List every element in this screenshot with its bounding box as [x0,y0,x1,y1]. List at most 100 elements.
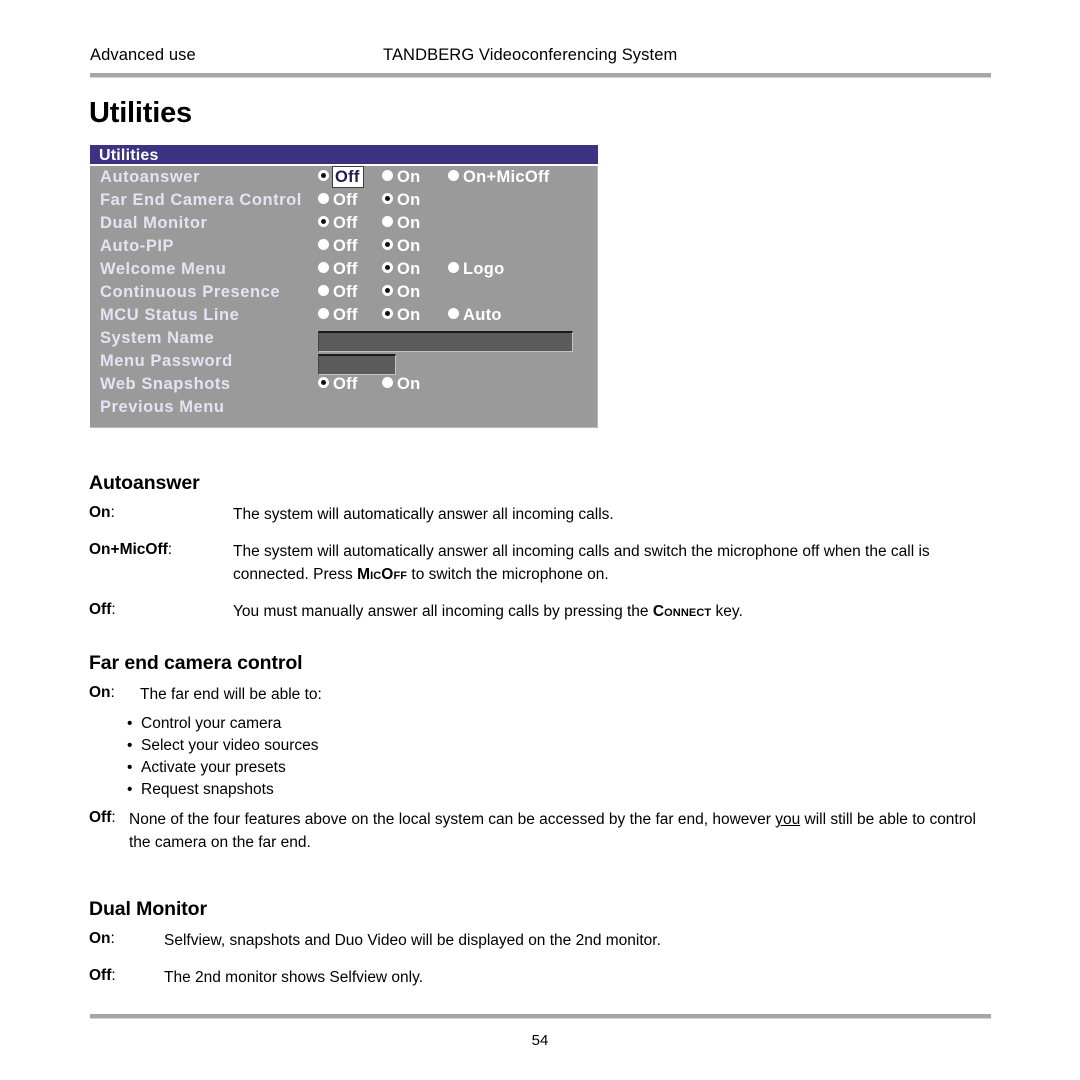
osd-row-welcome-menu[interactable]: Welcome Menu Off On Logo [90,260,598,283]
osd-row-label: MCU Status Line [100,306,240,324]
osd-option-label: Off [333,191,358,209]
page-number: 54 [531,1032,549,1049]
osd-radio-option-off[interactable]: Off [318,237,358,260]
list-item-label: Request snapshots [141,781,274,798]
autoanswer-onmicoff-text-2: to switch the microphone on. [407,565,609,583]
list-item-label: Activate your presets [141,759,286,776]
osd-radio-option-off[interactable]: Off [318,166,364,191]
osd-radio-option-on-micoff[interactable]: On+MicOff [448,168,550,191]
osd-row-system-name[interactable]: System Name [90,329,598,352]
osd-option-label: On [397,214,421,232]
radio-button-icon[interactable] [318,216,329,227]
radio-button-icon[interactable] [382,377,393,388]
far-end-off-text-1: None of the four features above on the l… [129,811,776,828]
connect-key-label: Connect [652,603,712,620]
osd-radio-option-on[interactable]: On [382,260,421,283]
radio-button-icon[interactable] [448,170,459,181]
osd-radio-option-on[interactable]: On [382,375,421,398]
osd-row-mcu-status-line[interactable]: MCU Status Line Off On Auto [90,306,598,329]
radio-button-icon[interactable] [448,262,459,273]
osd-row-label: Web Snapshots [100,375,231,393]
radio-button-icon[interactable] [318,170,329,181]
osd-option-label: On [397,191,421,209]
osd-radio-option-on[interactable]: On [382,283,421,306]
osd-row-previous-menu[interactable]: Previous Menu [90,398,598,421]
dual-monitor-off-description: The 2nd monitor shows Selfview only. [164,969,424,986]
list-item-label: Control your camera [141,715,282,732]
far-end-on-term: On: [89,684,115,701]
far-end-off-description: None of the four features above on the l… [129,809,991,854]
osd-option-label: Off [333,214,358,232]
autoanswer-off-text-1: You must manually answer all incoming ca… [233,603,653,620]
radio-button-icon[interactable] [382,308,393,319]
radio-button-icon[interactable] [382,216,393,227]
bullet-icon: • [127,781,133,798]
osd-radio-option-on[interactable]: On [382,168,421,191]
radio-button-icon[interactable] [382,170,393,181]
autoanswer-onmicoff-term: On+MicOff: [89,541,173,558]
radio-button-icon[interactable] [318,308,329,319]
osd-radio-option-off[interactable]: Off [318,191,358,214]
osd-radio-option-off[interactable]: Off [318,375,358,398]
osd-text-field[interactable] [318,331,573,352]
osd-radio-option-on[interactable]: On [382,237,421,260]
radio-button-icon[interactable] [382,239,393,250]
radio-button-icon[interactable] [318,239,329,250]
osd-radio-option-logo[interactable]: Logo [448,260,505,283]
section-title-dual-monitor: Dual Monitor [89,898,207,920]
osd-title-text: Utilities [99,147,159,164]
osd-radio-option-auto[interactable]: Auto [448,306,502,329]
osd-row-far-end-camera-control[interactable]: Far End Camera Control Off On [90,191,598,214]
osd-option-label: On [397,283,421,301]
osd-option-label: On [397,306,421,324]
osd-radio-option-off[interactable]: Off [318,214,358,237]
osd-radio-option-on[interactable]: On [382,306,421,329]
osd-row-label: Autoanswer [100,168,200,186]
osd-option-label: Off [333,306,358,324]
radio-button-icon[interactable] [318,285,329,296]
osd-menu-screenshot: Utilities Autoanswer Off On On+MicOff Far En… [90,145,598,428]
osd-row-autoanswer[interactable]: Autoanswer Off On On+MicOff [90,166,598,191]
radio-button-icon[interactable] [448,308,459,319]
osd-menu-body: Autoanswer Off On On+MicOff Far End Camera C… [90,166,598,428]
osd-text-field[interactable] [318,354,396,375]
dual-monitor-on-description: Selfview, snapshots and Duo Video will b… [164,932,661,949]
section-title-far-end-camera-control: Far end camera control [89,652,303,674]
osd-radio-option-off[interactable]: Off [318,260,358,283]
osd-row-continuous-presence[interactable]: Continuous Presence Off On [90,283,598,306]
osd-row-label: Auto-PIP [100,237,175,255]
osd-radio-option-off[interactable]: Off [318,283,358,306]
osd-option-label: Off [332,166,364,188]
osd-row-auto-pip[interactable]: Auto-PIP Off On [90,237,598,260]
osd-row-label: Dual Monitor [100,214,208,232]
list-item-label: Select your video sources [141,737,319,754]
osd-row-web-snapshots[interactable]: Web Snapshots Off On [90,375,598,398]
osd-option-label: On [397,168,421,186]
radio-button-icon[interactable] [382,285,393,296]
dual-monitor-on-term: On: [89,930,115,947]
osd-row-menu-password[interactable]: Menu Password [90,352,598,375]
radio-button-icon[interactable] [382,193,393,204]
radio-button-icon[interactable] [318,262,329,273]
radio-button-icon[interactable] [318,193,329,204]
autoanswer-on-description: The system will automatically answer all… [233,506,614,523]
osd-row-label: System Name [100,329,215,347]
osd-option-label: Logo [463,260,505,278]
osd-radio-option-on[interactable]: On [382,191,421,214]
osd-option-label: On [397,260,421,278]
osd-option-label: Auto [463,306,502,324]
autoanswer-on-term: On: [89,504,115,521]
radio-button-icon[interactable] [382,262,393,273]
osd-radio-option-off[interactable]: Off [318,306,358,329]
footer-divider [90,1014,991,1019]
osd-radio-option-on[interactable]: On [382,214,421,237]
header-left-text: Advanced use [90,46,196,64]
far-end-off-term: Off: [89,809,116,826]
osd-option-label: On+MicOff [463,168,550,186]
page-title: Utilities [89,97,192,129]
radio-button-icon[interactable] [318,377,329,388]
page-header: Advanced use TANDBERG Videoconferencing … [90,46,990,72]
osd-row-dual-monitor[interactable]: Dual Monitor Off On [90,214,598,237]
far-end-on-description: The far end will be able to: [140,686,322,703]
header-divider [90,73,991,78]
